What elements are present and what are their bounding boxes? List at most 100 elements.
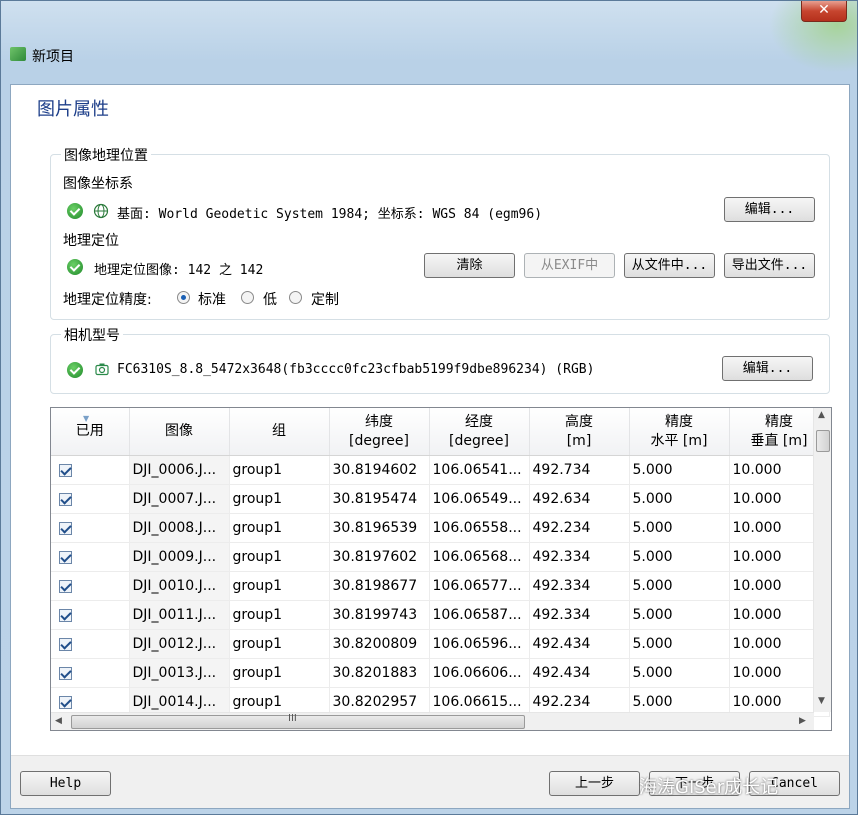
accuracy-custom-radio[interactable] [289,291,302,304]
cell-h: 5.000 [629,658,730,688]
window-title: 新项目 [32,49,74,65]
used-cell [51,455,130,485]
scroll-left-icon[interactable]: ◀ [55,716,62,726]
cell-h: 5.000 [629,513,730,543]
clear-button[interactable]: 清除 [424,253,515,278]
cell-h: 5.000 [629,484,730,514]
column-header-1[interactable]: 图像 [129,408,230,456]
used-checkbox[interactable] [59,463,72,477]
column-header-line2: [m] [566,432,592,449]
footer-bar: Help 上一步 下一步 Cancel 海涛GISer成长记 [11,755,849,808]
used-checkbox[interactable] [59,550,72,564]
cell-alt: 492.434 [529,658,630,688]
camera-icon [95,363,109,376]
scroll-right-icon[interactable]: ▶ [799,716,806,726]
cell-alt: 492.734 [529,455,630,485]
cell-image: DJI_0008.J... [129,513,230,543]
column-header-line2: 水平 [m] [650,432,708,449]
coord-edit-button[interactable]: 编辑... [724,197,815,222]
cell-lat: 30.8196539 [329,513,430,543]
export-file-button[interactable]: 导出文件... [724,253,815,278]
scroll-grip: III [288,713,297,724]
cell-image: DJI_0006.J... [129,455,230,485]
used-checkbox[interactable] [59,492,72,506]
column-header-0[interactable]: ▼ 已用 [51,408,130,456]
close-icon: ✕ [818,2,830,18]
back-button[interactable]: 上一步 [549,771,640,796]
cell-group: group1 [229,571,330,601]
cell-group: group1 [229,455,330,485]
cell-alt: 492.334 [529,542,630,572]
column-header-line1: 精度 [665,413,693,430]
column-header-line1: 图像 [165,423,193,439]
cell-image: DJI_0013.J... [129,658,230,688]
column-header-3[interactable]: 纬度 [degree] [329,408,430,456]
accuracy-standard-radio[interactable] [177,291,190,304]
accuracy-low-radio[interactable] [241,291,254,304]
table-row[interactable]: DJI_0010.J... group1 30.8198677 106.06577..… [51,571,830,601]
geolocation-value: 地理定位图像: 142 之 142 [94,263,264,278]
cell-lon: 106.06606... [429,658,530,688]
table-row[interactable]: DJI_0011.J... group1 30.8199743 106.06587..… [51,600,830,630]
cell-lat: 30.8195474 [329,484,430,514]
used-checkbox[interactable] [59,695,72,709]
app-icon [10,47,26,61]
cell-lon: 106.06568... [429,542,530,572]
cell-image: DJI_0010.J... [129,571,230,601]
dialog-window: 新项目 ✕ 图片属性 图像地理位置 图像坐标系 基面: World Geodet… [0,0,858,815]
cell-lon: 106.06541... [429,455,530,485]
column-header-5[interactable]: 高度 [m] [529,408,630,456]
close-button[interactable]: ✕ [801,1,847,22]
from-exif-button[interactable]: 从EXIF中 [524,253,615,278]
camera-edit-button[interactable]: 编辑... [722,356,813,381]
image-table-body: ▼ 已用 图像组纬度 [degree] 经度 [degree] 高度 [m] 精度 水平 [m] 精… [51,408,830,717]
cell-group: group1 [229,600,330,630]
cell-group: group1 [229,513,330,543]
column-header-line2: [degree] [449,432,509,449]
horizontal-scroll-thumb[interactable]: III [71,713,525,729]
cell-h: 5.000 [629,629,730,659]
table-row[interactable]: DJI_0008.J... group1 30.8196539 106.06558..… [51,513,830,543]
cell-lat: 30.8197602 [329,542,430,572]
used-checkbox[interactable] [59,608,72,622]
scroll-down-icon[interactable]: ▼ [818,696,825,706]
table-header-row: ▼ 已用 图像 组 纬度 [degree] 经度 [degree] 高度 [m] 精度 水平 [m] 精… [51,408,830,456]
table-row[interactable]: DJI_0007.J... group1 30.8195474 106.06549..… [51,484,830,514]
table-row[interactable]: DJI_0009.J... group1 30.8197602 106.06568..… [51,542,830,572]
accuracy-custom-label: 定制 [311,292,339,308]
image-table: ▼ 已用 图像组纬度 [degree] 经度 [degree] 高度 [m] 精度 水平 [m] 精… [50,407,832,731]
cell-image: DJI_0011.J... [129,600,230,630]
horizontal-scrollbar[interactable]: ◀ III ▶ [51,712,814,730]
cell-lon: 106.06587... [429,600,530,630]
geolocation-group: 图像地理位置 [50,145,830,320]
column-header-line2: [degree] [349,432,409,449]
used-checkbox[interactable] [59,579,72,593]
cell-group: group1 [229,542,330,572]
vertical-scroll-thumb[interactable] [816,430,830,452]
camera-legend: 相机型号 [61,325,123,345]
used-checkbox[interactable] [59,666,72,680]
coord-ok-icon [67,203,83,219]
cell-alt: 492.434 [529,629,630,659]
cell-alt: 492.234 [529,513,630,543]
used-checkbox[interactable] [59,521,72,535]
help-button[interactable]: Help [20,771,111,796]
column-header-6[interactable]: 精度水平 [m] [629,408,730,456]
table-row[interactable]: DJI_0012.J... group1 30.8200809 106.06596..… [51,629,830,659]
scroll-up-icon[interactable]: ▲ [818,410,825,420]
cell-lat: 30.8201883 [329,658,430,688]
used-checkbox[interactable] [59,637,72,651]
vertical-scrollbar[interactable]: ▲ ▼ [813,408,831,712]
table-row[interactable]: DJI_0006.J... group1 30.8194602 106.06541..… [51,455,830,485]
column-header-2[interactable]: 组 [229,408,330,456]
from-file-button[interactable]: 从文件中... [624,253,715,278]
cell-image: DJI_0009.J... [129,542,230,572]
watermark-text: 海涛GISer成长记 [639,777,779,798]
coord-system-label: 图像坐标系 [63,176,133,192]
used-cell [51,629,130,659]
cell-image: DJI_0007.J... [129,484,230,514]
column-header-4[interactable]: 经度 [degree] [429,408,530,456]
camera-model-value: FC6310S_8.8_5472x3648(fb3cccc0fc23cfbab5… [117,362,595,377]
cell-alt: 492.334 [529,600,630,630]
table-row[interactable]: DJI_0013.J... group1 30.8201883 106.06606..… [51,658,830,688]
